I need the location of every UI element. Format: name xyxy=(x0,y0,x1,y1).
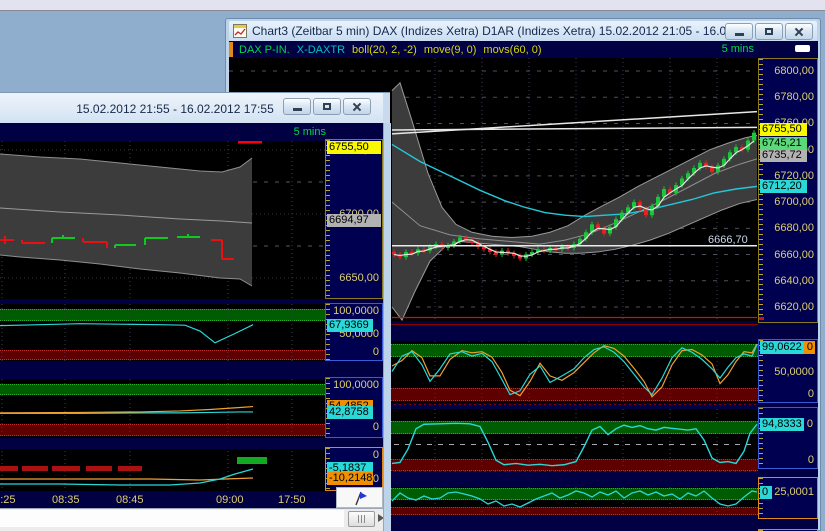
axis-tick-label: 0 xyxy=(373,449,379,462)
axis-tick-label: 0 xyxy=(373,346,379,359)
time-axis-label: 09:00 xyxy=(216,494,244,506)
price-chip: 99,0622 xyxy=(760,341,804,354)
restore-button[interactable] xyxy=(313,98,341,115)
restore-button[interactable] xyxy=(755,23,783,40)
scrollbar-track[interactable] xyxy=(0,510,344,527)
oscillator-axis[interactable]: 25,00010 xyxy=(758,477,818,519)
axis-tick-label: 0 xyxy=(807,418,813,431)
price-axis[interactable]: 6750,006700,006650,006755,506694,97 xyxy=(325,139,383,299)
axis-tick-label: 6640,00 xyxy=(774,275,814,288)
price-chip: 6694,97 xyxy=(327,214,381,227)
timeframe-label: 5 mins xyxy=(294,126,326,138)
axis-tick-label: 0 xyxy=(808,388,814,401)
price-chip: 6735,72 xyxy=(760,149,807,162)
chart3-titlebar[interactable]: Chart3 (Zeitbar 5 min) DAX (Indizes Xetr… xyxy=(229,21,817,41)
indicator-axis-2[interactable]: 100,0000054,485242,8758 xyxy=(325,377,383,438)
top-strip xyxy=(0,0,825,11)
axis-tick-label: 100,0000 xyxy=(333,379,379,392)
rsi-axis[interactable]: 0094,8333 xyxy=(758,407,818,469)
price-chip: 6755,50 xyxy=(760,123,807,136)
indicator-movs: movs(60, 0) xyxy=(483,44,541,56)
price-chip: 6745,21 xyxy=(760,137,807,150)
price-chip: 0 xyxy=(760,486,772,499)
red-level-tick xyxy=(759,317,764,320)
stochastic-axis[interactable]: 50,00000099,0622 xyxy=(758,339,818,403)
price-chip: 6755,50 xyxy=(327,141,381,154)
axis-tick-label: 6780,00 xyxy=(774,91,814,104)
chart2-client-area: 5 mins 6750,006700,006650,006755,506694,… xyxy=(0,123,383,531)
indicator-bar: DAX P-IN. X-DAXTR boll(20, 2, -2) move(9… xyxy=(229,41,818,58)
minimize-button[interactable] xyxy=(283,98,311,115)
axis-tick-label: 6620,00 xyxy=(774,301,814,314)
axis-tick-label: 6800,00 xyxy=(774,65,814,78)
price-chip: 94,8333 xyxy=(760,418,804,431)
minimize-button[interactable] xyxy=(725,23,753,40)
axis-tick-label: 50,0000 xyxy=(774,366,814,379)
axis-tick-label: 6660,00 xyxy=(774,249,814,262)
close-button[interactable] xyxy=(785,23,813,40)
window-right-border xyxy=(383,123,391,531)
annotation-toolbox[interactable] xyxy=(336,487,383,508)
indicator-axis-3[interactable]: 00-5,1837-10,2148 xyxy=(325,447,383,491)
axis-tick-label: 6700,00 xyxy=(774,196,814,209)
time-axis-label: 08:35 xyxy=(52,494,80,506)
axis-tick-label: 0 xyxy=(808,454,814,467)
minimized-window-pill[interactable] xyxy=(795,45,810,52)
axis-tick-label: 25,0001 xyxy=(774,486,814,499)
axis-tick-label: 6650,00 xyxy=(339,272,379,285)
scrollbar-grip[interactable] xyxy=(348,511,375,527)
chart-window-2[interactable]: 15.02.2012 21:55 - 16.02.2012 17:55 5 mi… xyxy=(0,92,390,531)
price-chip: -10,2148 xyxy=(327,472,373,485)
time-axis-label: 08:25 xyxy=(0,494,16,506)
price-chip: 42,8758 xyxy=(327,406,373,419)
axis-tick-label: 100,0000 xyxy=(333,305,379,318)
main-price-chart[interactable] xyxy=(0,141,325,299)
time-axis-label: 08:45 xyxy=(116,494,144,506)
window-title: 15.02.2012 21:55 - 16.02.2012 17:55 xyxy=(60,102,290,116)
window-icon xyxy=(233,24,247,38)
axis-tick-label: 0 xyxy=(373,473,379,486)
indicator-panel-3[interactable] xyxy=(0,449,325,491)
chart2-titlebar[interactable]: 15.02.2012 21:55 - 16.02.2012 17:55 xyxy=(0,93,383,123)
price-axis[interactable]: 6800,006780,006760,006740,006720,006700,… xyxy=(758,58,818,323)
indicator-axis-1[interactable]: 100,000050,0000067,9369 xyxy=(325,303,383,361)
indicator-boll: boll(20, 2, -2) xyxy=(352,44,417,56)
price-chip: 6712,20 xyxy=(760,180,807,193)
indicator-move: move(9, 0) xyxy=(424,44,477,56)
orange-tab-icon xyxy=(229,42,233,57)
timeframe-label: 5 mins xyxy=(722,43,754,55)
indicator-panel-2[interactable] xyxy=(0,379,325,438)
time-axis[interactable]: 08:25 08:35 08:45 09:00 17:50 xyxy=(0,491,383,508)
time-axis-label: 17:50 xyxy=(278,494,306,506)
flag-icon[interactable] xyxy=(352,490,368,506)
axis-tick-label: 6680,00 xyxy=(774,222,814,235)
horizontal-scrollbar[interactable] xyxy=(0,508,383,531)
symbol-label: DAX P-IN. xyxy=(239,44,290,56)
symbol-label-2: X-DAXTR xyxy=(297,44,345,56)
desktop-background: Chart3 (Zeitbar 5 min) DAX (Indizes Xetr… xyxy=(0,0,825,531)
axis-tick-label: 0 xyxy=(373,421,379,434)
price-chip: 67,9369 xyxy=(327,319,373,332)
indicator-panel-1[interactable] xyxy=(0,304,325,361)
close-button[interactable] xyxy=(343,98,371,115)
